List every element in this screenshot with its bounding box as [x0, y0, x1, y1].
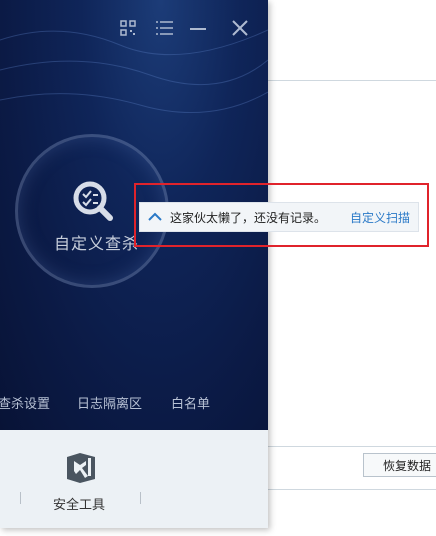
- scan-settings-link[interactable]: 查杀设置: [0, 393, 50, 412]
- log-quarantine-link[interactable]: 日志隔离区: [77, 393, 142, 412]
- titlebar-controls: [118, 18, 268, 42]
- whitelist-link[interactable]: 白名单: [171, 393, 210, 412]
- restore-data-button[interactable]: 恢复数据: [363, 453, 436, 477]
- highlight-box: [134, 183, 429, 247]
- minimize-icon[interactable]: [188, 18, 208, 38]
- wrench-shield-icon[interactable]: [64, 451, 98, 485]
- divider: [268, 489, 436, 490]
- scan-check-icon: [73, 181, 113, 221]
- panel-footer: 安全工具: [0, 430, 268, 528]
- antivirus-panel: 自定义查杀 查杀设置 日志隔离区 白名单 安全工具: [0, 0, 268, 528]
- separator: [140, 492, 141, 504]
- separator: [20, 492, 21, 504]
- bottom-links: 查杀设置 日志隔离区 白名单: [0, 393, 268, 413]
- divider: [268, 80, 436, 81]
- security-tools-label[interactable]: 安全工具: [53, 494, 105, 513]
- divider: [268, 446, 436, 447]
- close-icon[interactable]: [230, 18, 250, 38]
- qr-code-icon[interactable]: [118, 18, 138, 38]
- menu-icon[interactable]: [154, 18, 174, 38]
